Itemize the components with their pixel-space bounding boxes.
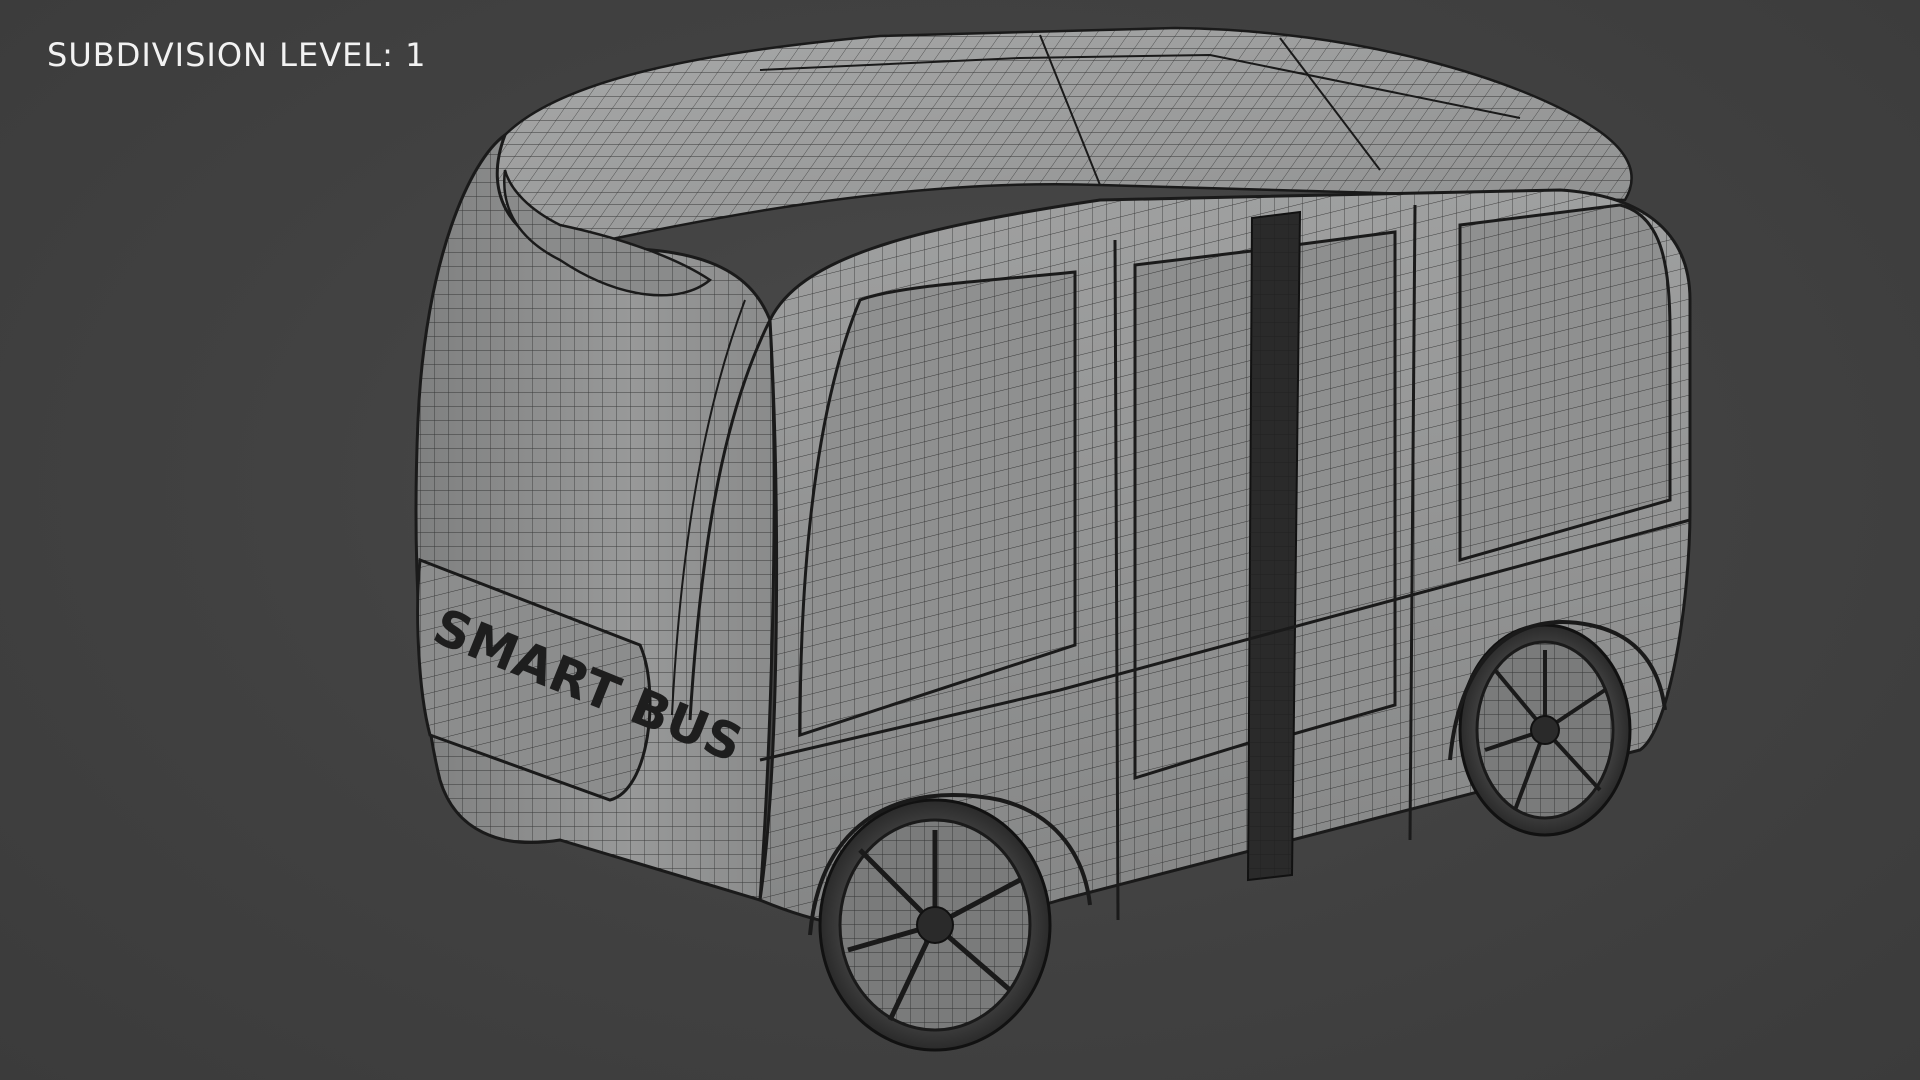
- 3d-viewport[interactable]: SUBDIVISION LEVEL: 1 SMART BUS: [0, 0, 1920, 1080]
- front-wheel: [818, 798, 1052, 1052]
- bus-front: SMART BUS: [414, 130, 776, 902]
- bus-wireframe-model[interactable]: SMART BUS: [0, 0, 1920, 1080]
